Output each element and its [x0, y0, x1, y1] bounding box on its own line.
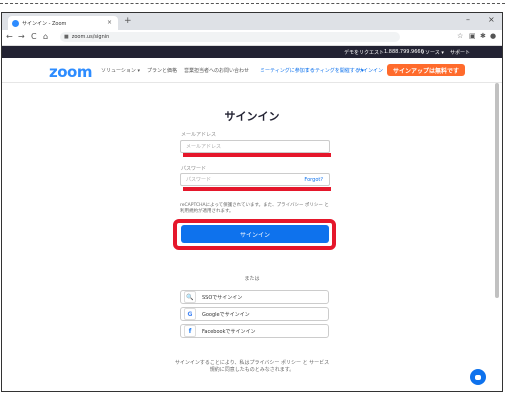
sso-label: SSOでサインイン — [202, 294, 243, 301]
request-demo-link[interactable]: デモをリクエスト — [344, 49, 384, 56]
password-field[interactable]: パスワード Forgot? — [180, 173, 330, 186]
facebook-icon: f — [184, 325, 196, 337]
email-label: メールアドレス — [181, 132, 217, 138]
main-nav: zoom ソリューション ▾ プランと価格 営業担当者へのお問い合わせ ミーティ… — [2, 58, 502, 83]
email-placeholder: メールアドレス — [186, 144, 222, 150]
chat-bubble-icon — [475, 374, 481, 380]
scrollbar[interactable] — [495, 83, 499, 298]
forgot-password-link[interactable]: Forgot? — [304, 177, 323, 183]
chat-button[interactable] — [470, 369, 486, 385]
browser-window: サインイン - Zoom × + – × ← → C ⌂ ■ zoom.us/s… — [1, 12, 503, 392]
url-text: zoom.us/signin — [71, 34, 110, 40]
forward-button[interactable]: → — [18, 32, 25, 41]
home-button[interactable]: ⌂ — [43, 32, 48, 41]
utility-bar: デモをリクエスト 1.888.799.9666 リソース ▾ サポート — [2, 46, 502, 58]
zoom-favicon-icon — [12, 19, 19, 27]
nav-pricing[interactable]: プランと価格 — [147, 67, 177, 74]
puzzle-icon[interactable]: ✱ — [480, 32, 486, 40]
tab-close-icon[interactable]: × — [107, 19, 112, 26]
sso-signin-button[interactable]: 🔍 SSOでサインイン — [180, 290, 329, 304]
signup-button[interactable]: サインアップは無料です — [387, 64, 465, 76]
phone-link[interactable]: 1.888.799.9666 — [384, 49, 424, 55]
reload-button[interactable]: C — [31, 32, 37, 41]
tab-strip: サインイン - Zoom × + – × — [2, 13, 502, 30]
facebook-signin-button[interactable]: f Facebookでサインイン — [180, 324, 329, 338]
extension-icon[interactable]: ▣ — [469, 32, 476, 40]
zoom-logo[interactable]: zoom — [49, 63, 92, 81]
google-label: Googleでサインイン — [202, 311, 250, 318]
google-icon: G — [184, 308, 196, 320]
password-placeholder: パスワード — [186, 177, 212, 183]
key-icon: 🔍 — [184, 291, 196, 303]
tab-title: サインイン - Zoom — [22, 20, 67, 27]
menu-icon[interactable]: ⋮ — [499, 32, 502, 40]
browser-tab[interactable]: サインイン - Zoom × — [8, 16, 118, 30]
recaptcha-notice: reCAPTCHAによって保護されています。また、プライバシー ポリシー と 利… — [180, 203, 329, 214]
email-field[interactable]: メールアドレス — [180, 140, 330, 153]
star-icon[interactable]: ☆ — [457, 32, 463, 40]
signin-button[interactable]: サインイン — [181, 225, 329, 243]
support-link[interactable]: サポート — [450, 49, 470, 56]
password-label: パスワード — [181, 166, 207, 172]
facebook-label: Facebookでサインイン — [202, 328, 256, 335]
nav-host-meeting[interactable]: ミーティングを開催する ▾ — [305, 67, 364, 74]
terms-notice: サインインすることにより、私はプライバシー ポリシー と サービス 規約に同意し… — [2, 360, 502, 374]
address-bar: ← → C ⌂ ■ zoom.us/signin ☆ ▣ ✱ ● ⋮ — [2, 30, 502, 46]
profile-icon[interactable]: ● — [490, 32, 496, 40]
terms-line-2: 規約に同意したものとみなされます。 — [209, 367, 295, 373]
lock-icon: ■ — [64, 34, 69, 40]
nav-contact-sales[interactable]: 営業担当者へのお問い合わせ — [184, 67, 249, 74]
back-button[interactable]: ← — [6, 32, 13, 41]
url-input[interactable]: ■ zoom.us/signin — [60, 32, 400, 42]
minimize-button[interactable]: – — [466, 15, 470, 24]
new-tab-button[interactable]: + — [124, 16, 132, 26]
password-highlight — [183, 187, 331, 191]
terms-line-1: サインインすることにより、私はプライバシー ポリシー と サービス — [174, 360, 330, 366]
page-title: サインイン — [224, 110, 280, 123]
email-highlight — [183, 153, 331, 157]
nav-solutions[interactable]: ソリューション ▾ — [101, 67, 140, 74]
google-signin-button[interactable]: G Googleでサインイン — [180, 307, 329, 321]
nav-signin[interactable]: サインイン — [358, 67, 383, 74]
dashed-border — [0, 3, 505, 4]
or-divider: または — [244, 276, 260, 282]
resources-link[interactable]: リソース ▾ — [420, 49, 444, 56]
close-window-button[interactable]: × — [488, 15, 495, 24]
